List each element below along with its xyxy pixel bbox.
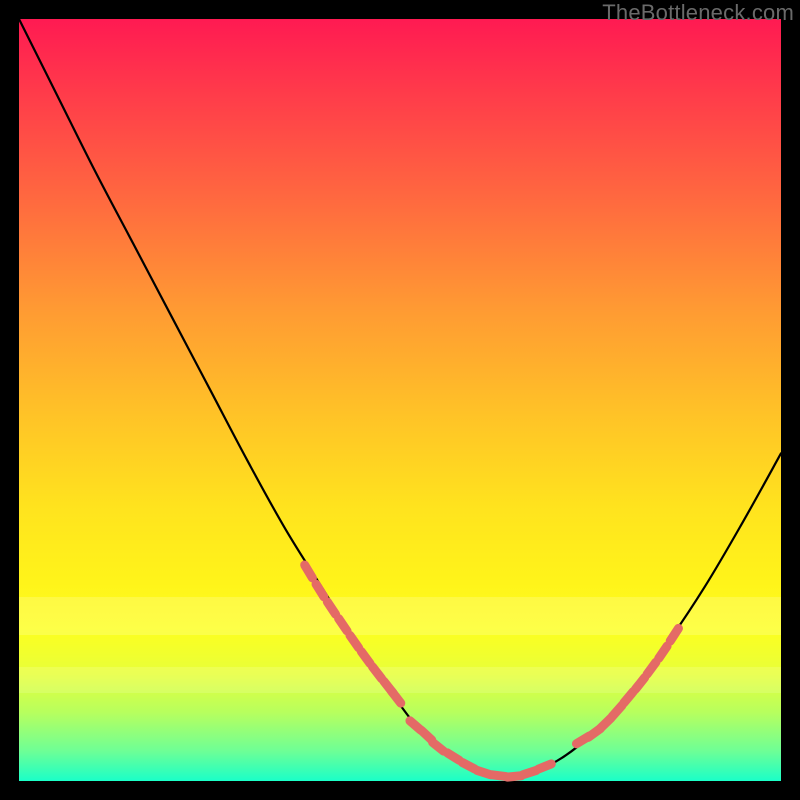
- marker-pill: [339, 619, 347, 631]
- marker-pill: [316, 584, 324, 597]
- marker-pill: [635, 678, 644, 690]
- marker-pill: [373, 667, 382, 679]
- marker-pill: [392, 691, 401, 703]
- marker-pill: [361, 652, 370, 664]
- marker-cluster-left: [305, 565, 401, 703]
- marker-pill: [670, 628, 678, 641]
- marker-pill: [538, 764, 551, 769]
- marker-cluster-right: [576, 628, 678, 743]
- marker-pill: [659, 646, 667, 658]
- bottleneck-curve-svg: [19, 19, 781, 781]
- marker-pill: [523, 770, 536, 774]
- bottleneck-curve: [19, 19, 781, 777]
- marker-pill: [624, 691, 634, 703]
- marker-pill: [305, 565, 313, 578]
- marker-pill: [327, 602, 335, 614]
- marker-pill: [350, 635, 359, 647]
- marker-pill: [462, 763, 474, 770]
- marker-pill: [447, 753, 459, 760]
- marker-cluster-bottom: [410, 721, 551, 777]
- marker-pill: [612, 705, 622, 716]
- marker-pill: [647, 662, 656, 674]
- marker-pill: [433, 742, 444, 751]
